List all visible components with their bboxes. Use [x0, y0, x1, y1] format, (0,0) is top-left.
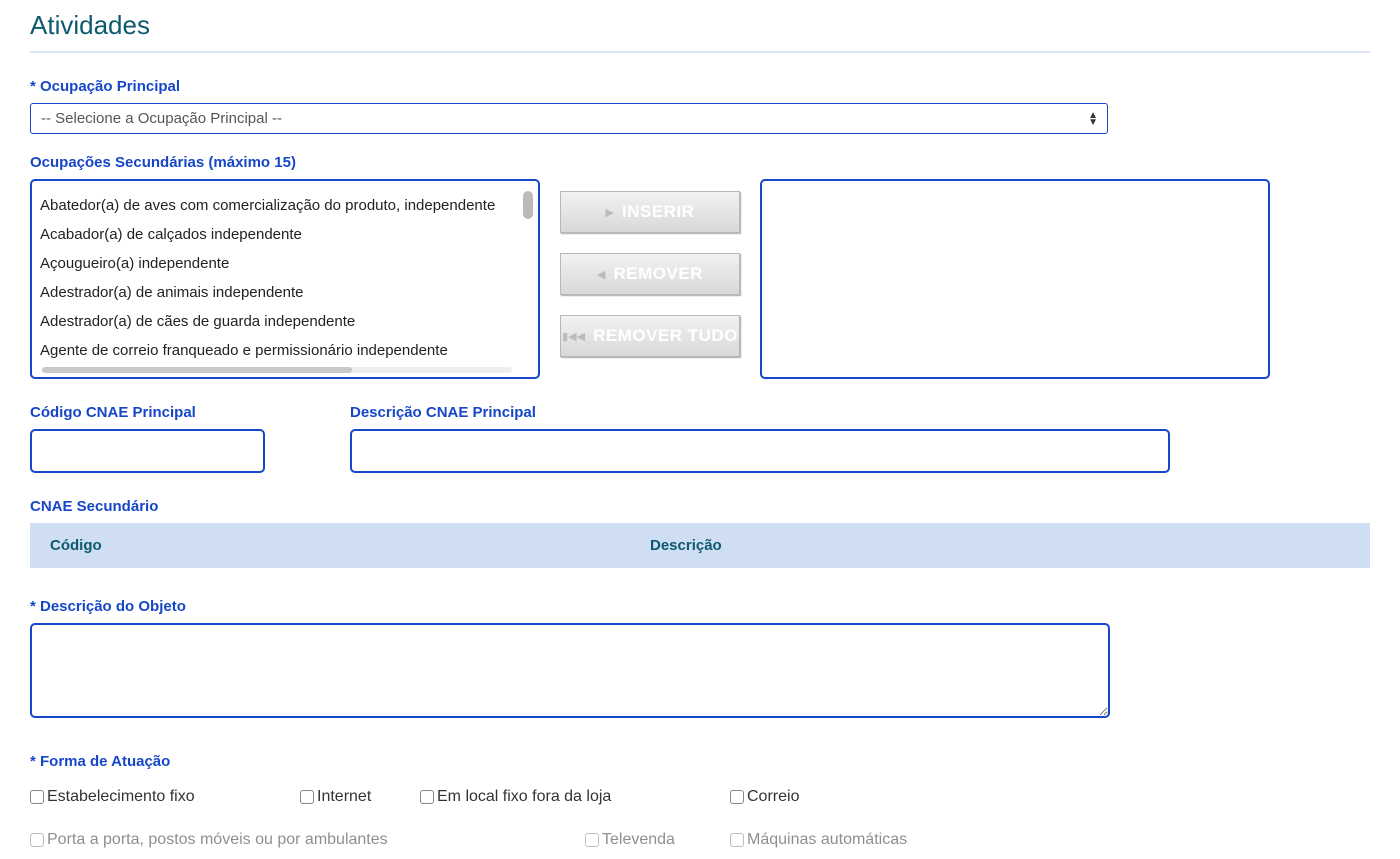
checkbox-internet: Internet: [300, 788, 420, 806]
checkbox-row-1: Estabelecimento fixo Internet Em local f…: [30, 788, 1370, 806]
textarea-descricao-objeto[interactable]: [30, 623, 1110, 718]
select-ocupacao-principal[interactable]: [30, 103, 1108, 134]
label-ocupacao-principal: * Ocupação Principal: [30, 78, 1370, 95]
cnae-secundario-table-header: Código Descrição: [30, 523, 1370, 568]
checkbox-label[interactable]: Televenda: [602, 831, 675, 849]
list-item[interactable]: Acabador(a) de calçados independente: [40, 220, 530, 249]
checkbox-input[interactable]: [730, 790, 744, 804]
checkbox-maquinas-automaticas: Máquinas automáticas: [730, 831, 907, 849]
checkbox-label[interactable]: Correio: [747, 788, 799, 806]
checkbox-televenda: Televenda: [585, 831, 730, 849]
inserir-button[interactable]: ▶ INSERIR: [560, 191, 740, 233]
rewind-icon: ▮◀◀: [562, 330, 585, 343]
checkbox-local-fixo-fora-loja: Em local fixo fora da loja: [420, 788, 730, 806]
checkbox-input[interactable]: [30, 790, 44, 804]
label-ocupacoes-secundarias: Ocupações Secundárias (máximo 15): [30, 154, 1370, 171]
checkbox-row-2: Porta a porta, postos móveis ou por ambu…: [30, 831, 1370, 849]
checkbox-label[interactable]: Porta a porta, postos móveis ou por ambu…: [47, 831, 388, 849]
checkbox-label[interactable]: Internet: [317, 788, 371, 806]
button-label: INSERIR: [622, 202, 694, 222]
label-descricao-objeto: * Descrição do Objeto: [30, 598, 1370, 615]
button-label: REMOVER TUDO: [593, 326, 738, 346]
section-title-atividades: Atividades: [30, 10, 1370, 53]
label-codigo-cnae-principal: Código CNAE Principal: [30, 404, 265, 421]
dual-list-ocupacoes: Abatedor(a) de aves com comercialização …: [30, 179, 1370, 379]
remover-tudo-button[interactable]: ▮◀◀ REMOVER TUDO: [560, 315, 740, 357]
play-right-icon: ▶: [606, 206, 614, 219]
list-item[interactable]: Adestrador(a) de cães de guarda independ…: [40, 307, 530, 336]
scrollbar-horizontal[interactable]: [42, 367, 512, 373]
checkbox-label[interactable]: Máquinas automáticas: [747, 831, 907, 849]
checkbox-input[interactable]: [730, 833, 744, 847]
button-label: REMOVER: [614, 264, 703, 284]
checkbox-input[interactable]: [300, 790, 314, 804]
checkbox-estabelecimento-fixo: Estabelecimento fixo: [30, 788, 300, 806]
checkbox-input[interactable]: [420, 790, 434, 804]
input-descricao-cnae-principal[interactable]: [350, 429, 1170, 473]
table-col-descricao: Descrição: [650, 537, 722, 554]
list-item[interactable]: Açougueiro(a) independente: [40, 249, 530, 278]
checkbox-input[interactable]: [585, 833, 599, 847]
list-item[interactable]: Abatedor(a) de aves com comercialização …: [40, 191, 530, 220]
input-codigo-cnae-principal[interactable]: [30, 429, 265, 473]
label-descricao-cnae-principal: Descrição CNAE Principal: [350, 404, 1170, 421]
checkbox-porta-a-porta: Porta a porta, postos móveis ou por ambu…: [30, 831, 585, 849]
listbox-source[interactable]: Abatedor(a) de aves com comercialização …: [30, 179, 540, 379]
remover-button[interactable]: ◀ REMOVER: [560, 253, 740, 295]
label-cnae-secundario: CNAE Secundário: [30, 498, 1370, 515]
checkbox-label[interactable]: Estabelecimento fixo: [47, 788, 195, 806]
scrollbar-thumb[interactable]: [523, 191, 533, 219]
checkbox-input[interactable]: [30, 833, 44, 847]
transfer-buttons: ▶ INSERIR ◀ REMOVER ▮◀◀ REMOVER TUDO: [560, 179, 740, 357]
checkbox-correio: Correio: [730, 788, 799, 806]
listbox-target[interactable]: [760, 179, 1270, 379]
table-col-codigo: Código: [50, 537, 650, 554]
list-item[interactable]: Adestrador(a) de animais independente: [40, 278, 530, 307]
checkbox-label[interactable]: Em local fixo fora da loja: [437, 788, 611, 806]
play-left-icon: ◀: [597, 268, 605, 281]
label-forma-atuacao: * Forma de Atuação: [30, 753, 1370, 770]
list-item[interactable]: Agente de correio franqueado e permissio…: [40, 336, 530, 365]
